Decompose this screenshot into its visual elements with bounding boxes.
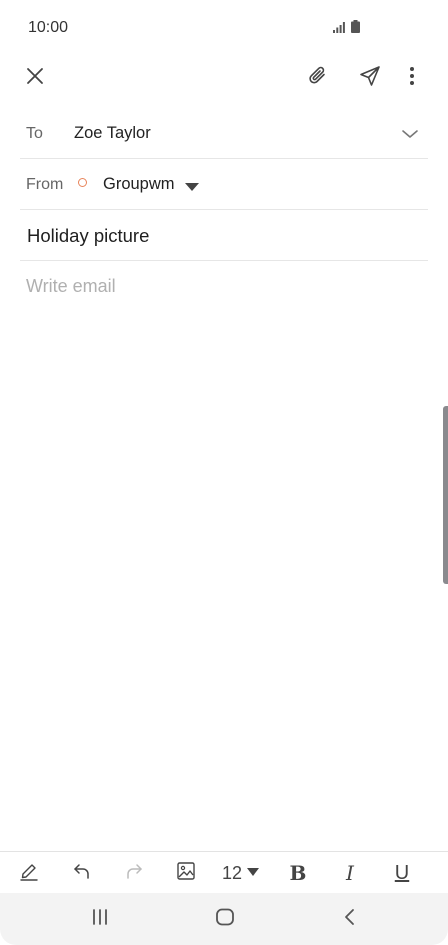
italic-label: I bbox=[346, 861, 354, 885]
paperclip-icon bbox=[307, 65, 329, 92]
to-label: To bbox=[26, 125, 43, 142]
battery-icon bbox=[351, 20, 360, 38]
account-dot-icon bbox=[78, 178, 87, 187]
status-bar: 10:00 bbox=[0, 0, 448, 56]
bold-button[interactable]: B bbox=[282, 858, 314, 888]
undo-icon bbox=[72, 862, 92, 885]
home-icon bbox=[215, 908, 235, 931]
compose-toolbar bbox=[0, 56, 448, 100]
chevron-down-icon[interactable] bbox=[400, 124, 420, 144]
attach-button[interactable] bbox=[300, 60, 336, 96]
send-icon bbox=[359, 65, 381, 92]
more-vertical-icon bbox=[409, 66, 415, 91]
font-size-selector[interactable]: 12 bbox=[222, 858, 260, 888]
back-button[interactable] bbox=[330, 905, 370, 933]
pen-icon bbox=[19, 861, 39, 886]
scroll-handle[interactable] bbox=[443, 406, 448, 584]
from-label: From bbox=[26, 176, 64, 193]
home-button[interactable] bbox=[205, 905, 245, 933]
undo-button[interactable] bbox=[66, 858, 98, 888]
italic-button[interactable]: I bbox=[334, 858, 366, 888]
close-button[interactable] bbox=[17, 60, 53, 96]
from-row: From Groupwm bbox=[20, 160, 428, 210]
subject-row: Holiday picture bbox=[20, 211, 428, 261]
bold-label: B bbox=[289, 861, 307, 885]
from-account[interactable]: Groupwm bbox=[103, 175, 175, 194]
pen-button[interactable] bbox=[13, 858, 45, 888]
send-button[interactable] bbox=[352, 60, 388, 96]
font-size-value: 12 bbox=[222, 862, 243, 883]
close-icon bbox=[26, 67, 44, 90]
body-editor[interactable]: Write email bbox=[26, 276, 422, 836]
navigation-bar bbox=[0, 893, 448, 945]
redo-button[interactable] bbox=[118, 858, 150, 888]
image-icon bbox=[176, 861, 196, 886]
underline-button[interactable]: U bbox=[386, 858, 418, 888]
recent-apps-button[interactable] bbox=[80, 905, 120, 933]
redo-icon bbox=[124, 862, 144, 885]
status-icons bbox=[333, 20, 360, 38]
format-toolbar: 12 B I U bbox=[0, 851, 448, 894]
back-icon bbox=[343, 908, 357, 931]
status-time: 10:00 bbox=[28, 19, 69, 36]
underline-label: U bbox=[394, 861, 410, 884]
more-options-button[interactable] bbox=[394, 60, 430, 96]
compose-screen: 10:00 To Zoe Taylor From Groupwm Holiday… bbox=[0, 0, 448, 945]
to-row: To Zoe Taylor bbox=[20, 109, 428, 159]
to-recipient[interactable]: Zoe Taylor bbox=[74, 124, 151, 143]
recent-apps-icon bbox=[90, 908, 110, 930]
signal-icon bbox=[333, 20, 345, 38]
insert-image-button[interactable] bbox=[170, 858, 202, 888]
caret-down-icon bbox=[246, 864, 260, 882]
subject-field[interactable]: Holiday picture bbox=[27, 225, 149, 247]
caret-down-icon[interactable] bbox=[184, 180, 200, 192]
